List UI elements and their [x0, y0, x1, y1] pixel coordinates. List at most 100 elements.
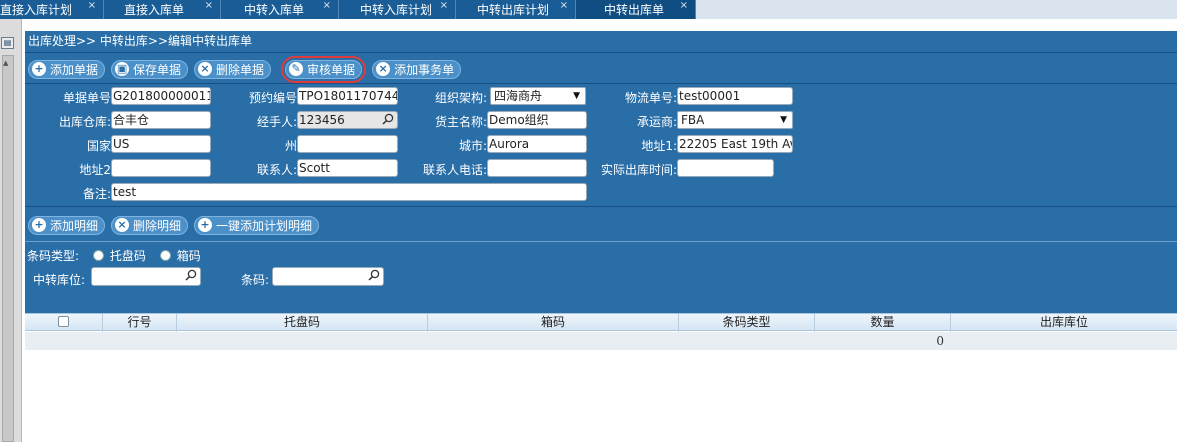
barcode-type-row: 条码类型: 托盘码 箱码	[27, 247, 201, 264]
city-label: 城市:	[458, 139, 487, 153]
actual-time-label: 实际出库时间:	[600, 163, 677, 177]
owner-label: 货主名称:	[434, 115, 487, 129]
carrier-value: FBA	[681, 113, 705, 127]
contact-field[interactable]: Scott	[297, 159, 398, 177]
search-icon[interactable]	[185, 269, 197, 281]
location-label: 中转库位:	[33, 273, 86, 287]
radio-pallet-label: 托盘码	[109, 249, 146, 263]
barcode-field[interactable]	[272, 267, 384, 286]
logistics-no-field[interactable]: test00001	[677, 87, 793, 105]
tab-bar-empty	[696, 0, 1177, 19]
column-header-outbound-location[interactable]: 出库库位	[951, 314, 1177, 332]
select-all-checkbox[interactable]	[58, 316, 69, 327]
handler-value: 123456	[299, 113, 345, 127]
tab-label: 中转出库计划	[477, 3, 550, 17]
divider	[25, 83, 1177, 84]
close-icon[interactable]: ×	[323, 0, 331, 11]
add-task-button[interactable]: × 添加事务单	[372, 59, 462, 79]
phone-label: 联系人电话:	[422, 163, 487, 177]
add-document-button[interactable]: + 添加单据	[28, 59, 106, 79]
close-circle-icon: ×	[198, 62, 213, 76]
country-field[interactable]: US	[111, 135, 211, 153]
column-header-quantity[interactable]: 数量	[815, 314, 951, 332]
main-content: 出库处理>> 中转出库>>编辑中转出库单 + 添加单据 ▣ 保存单据 × 删除单…	[22, 19, 1177, 442]
detail-panel: + 添加明细 × 删除明细 + 一键添加计划明细 条码类型: 托盘码 箱码 中转…	[25, 215, 1177, 313]
org-label: 组织架构:	[434, 91, 487, 105]
address1-label: 地址1:	[641, 139, 677, 153]
state-field[interactable]	[297, 135, 398, 153]
close-icon[interactable]: ×	[205, 0, 213, 11]
close-icon[interactable]: ×	[680, 0, 688, 11]
tab-transfer-outbound-plan[interactable]: 中转出库计划 ×	[456, 0, 576, 19]
tab-transfer-inbound-order[interactable]: 中转入库单 ×	[221, 0, 339, 19]
total-quantity: 0	[936, 334, 944, 348]
actual-time-field[interactable]	[677, 159, 774, 177]
radio-pallet[interactable]	[92, 250, 104, 261]
grid-summary-row: 0	[25, 332, 1177, 350]
add-task-label: 添加事务单	[394, 62, 455, 77]
dropdown-arrow-icon: ▼	[573, 91, 580, 101]
tab-transfer-inbound-plan[interactable]: 中转入库计划 ×	[339, 0, 456, 19]
add-document-label: 添加单据	[50, 62, 99, 77]
column-header-barcode-type[interactable]: 条码类型	[679, 314, 815, 332]
handler-field[interactable]: 123456	[297, 111, 398, 129]
org-value: 四海商舟	[494, 89, 543, 103]
org-select[interactable]: 四海商舟 ▼	[490, 87, 586, 105]
tab-bar: 直接入库计划 × 直接入库单 × 中转入库单 × 中转入库计划 × 中转出库计划…	[0, 0, 1177, 19]
audit-document-label: 审核单据	[307, 62, 356, 77]
warehouse-field[interactable]: 合丰仓	[111, 111, 211, 129]
dropdown-arrow-icon: ▼	[780, 115, 787, 125]
close-icon[interactable]: ×	[440, 0, 448, 11]
divider	[25, 241, 1177, 242]
add-plan-detail-button[interactable]: + 一键添加计划明细	[194, 215, 320, 235]
column-header-row-no[interactable]: 行号	[103, 314, 177, 332]
select-all-cell	[25, 314, 103, 332]
delete-document-button[interactable]: × 删除单据	[194, 59, 272, 79]
collapse-icon[interactable]: ▤	[1, 37, 14, 49]
close-circle-icon: ×	[115, 218, 130, 232]
save-document-button[interactable]: ▣ 保存单据	[111, 59, 189, 79]
delete-detail-button[interactable]: × 删除明细	[111, 215, 189, 235]
state-label: 州	[284, 139, 297, 153]
address2-field[interactable]	[111, 159, 211, 177]
remark-field[interactable]: test	[111, 183, 587, 201]
scroll-up-icon[interactable]: ▲	[3, 59, 8, 67]
audit-document-button[interactable]: ✎ 审核单据	[281, 55, 367, 83]
save-icon: ▣	[115, 62, 130, 76]
address1-field[interactable]: 22205 East 19th Ave	[677, 135, 793, 153]
divider	[25, 206, 1177, 207]
tab-label: 中转入库单	[244, 3, 305, 17]
sidebar-scrollbar[interactable]	[2, 55, 14, 442]
close-circle-icon: ×	[376, 62, 391, 76]
carrier-label: 承运商:	[636, 115, 677, 129]
toolbar: + 添加单据 ▣ 保存单据 × 删除单据 ✎ 审核单据 × 添加事务单	[28, 55, 462, 83]
plus-icon: +	[32, 62, 46, 76]
tab-direct-inbound-plan[interactable]: 直接入库计划 ×	[0, 0, 104, 19]
tab-label: 直接入库计划	[0, 3, 73, 17]
phone-field[interactable]	[487, 159, 587, 177]
handler-label: 经手人:	[256, 115, 297, 129]
radio-box[interactable]	[159, 250, 171, 261]
close-icon[interactable]: ×	[560, 0, 568, 11]
city-field[interactable]: Aurora	[487, 135, 587, 153]
doc-no-field[interactable]: G201800000011	[111, 87, 211, 105]
tab-transfer-outbound-order[interactable]: 中转出库单 ×	[576, 0, 696, 19]
divider	[25, 52, 1177, 53]
detail-grid-header: 行号 托盘码 箱码 条码类型 数量 出库库位	[25, 313, 1177, 332]
location-field[interactable]	[91, 267, 201, 286]
search-icon[interactable]	[368, 269, 380, 281]
carrier-select[interactable]: FBA ▼	[677, 111, 793, 129]
tab-direct-inbound-order[interactable]: 直接入库单 ×	[104, 0, 221, 19]
column-header-pallet-code[interactable]: 托盘码	[177, 314, 428, 332]
add-detail-button[interactable]: + 添加明细	[28, 215, 106, 235]
search-icon[interactable]	[382, 113, 394, 125]
column-header-box-code[interactable]: 箱码	[428, 314, 679, 332]
country-label: 国家	[86, 139, 111, 153]
order-header-panel: 出库处理>> 中转出库>>编辑中转出库单 + 添加单据 ▣ 保存单据 × 删除单…	[25, 31, 1177, 225]
owner-field[interactable]: Demo组织	[487, 111, 587, 129]
detail-toolbar: + 添加明细 × 删除明细 + 一键添加计划明细	[28, 213, 320, 237]
reserve-no-field[interactable]: TPO18011707442	[297, 87, 398, 105]
tab-label: 直接入库单	[124, 3, 185, 17]
reserve-no-label: 预约编号	[249, 91, 298, 105]
close-icon[interactable]: ×	[88, 0, 96, 11]
